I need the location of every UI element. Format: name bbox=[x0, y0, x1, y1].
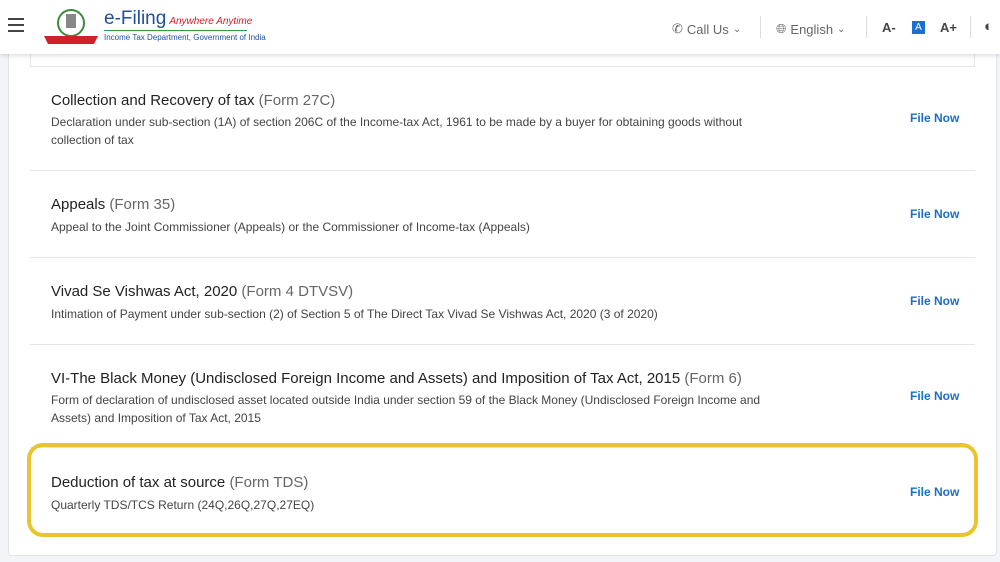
font-default-button[interactable]: A bbox=[912, 21, 925, 34]
form-row-27c: Collection and Recovery of tax (Form 27C… bbox=[30, 66, 975, 170]
logo-divider bbox=[104, 30, 247, 31]
globe-icon: 🌐︎ bbox=[776, 21, 787, 36]
call-us-label: Call Us bbox=[686, 21, 729, 37]
form-title: Appeals (Form 35) bbox=[51, 196, 176, 213]
emblem-logo-icon bbox=[44, 9, 98, 44]
logo-title[interactable]: e-Filing Anywhere Anytime bbox=[104, 8, 252, 30]
chevron-down-icon: ⌄ bbox=[732, 23, 742, 35]
phone-icon: ✆ bbox=[672, 21, 683, 36]
file-now-link[interactable]: File Now bbox=[910, 207, 959, 221]
divider bbox=[970, 16, 971, 38]
form-description: Appeal to the Joint Commissioner (Appeal… bbox=[51, 220, 530, 234]
logo-tagline: Anywhere Anytime bbox=[169, 16, 253, 27]
language-dropdown[interactable]: 🌐︎ English ⌄ bbox=[776, 21, 845, 37]
form-title: VI-The Black Money (Undisclosed Foreign … bbox=[51, 370, 742, 387]
form-title: Collection and Recovery of tax (Form 27C… bbox=[51, 92, 336, 109]
form-description: Declaration under sub-section (1A) of se… bbox=[51, 115, 743, 147]
font-decrease-button[interactable]: A- bbox=[882, 20, 896, 35]
contrast-icon[interactable]: ◐ bbox=[984, 18, 993, 35]
language-label: English bbox=[790, 21, 834, 37]
font-increase-button[interactable]: A+ bbox=[940, 20, 957, 35]
divider bbox=[866, 16, 867, 38]
form-row-dtvsv: Vivad Se Vishwas Act, 2020 (Form 4 DTVSV… bbox=[30, 257, 975, 344]
file-now-link[interactable]: File Now bbox=[910, 111, 959, 125]
highlight-box bbox=[27, 443, 978, 537]
call-us-dropdown[interactable]: ✆ Call Us ⌄ bbox=[672, 21, 741, 37]
form-description: Form of declaration of undisclosed asset… bbox=[51, 393, 761, 425]
chevron-down-icon: ⌄ bbox=[837, 23, 846, 35]
file-now-link[interactable]: File Now bbox=[910, 294, 959, 308]
form-description: Intimation of Payment under sub-section … bbox=[51, 307, 658, 321]
form-row-35: Appeals (Form 35) Appeal to the Joint Co… bbox=[30, 170, 975, 257]
divider bbox=[760, 16, 761, 38]
logo-subtitle: Income Tax Department, Government of Ind… bbox=[104, 33, 266, 42]
file-now-link[interactable]: File Now bbox=[910, 389, 959, 403]
form-title: Vivad Se Vishwas Act, 2020 (Form 4 DTVSV… bbox=[51, 283, 354, 300]
header: e-Filing Anywhere Anytime Income Tax Depa… bbox=[0, 0, 1000, 54]
hamburger-menu-icon[interactable] bbox=[8, 18, 24, 36]
form-row-6: VI-The Black Money (Undisclosed Foreign … bbox=[30, 344, 975, 447]
